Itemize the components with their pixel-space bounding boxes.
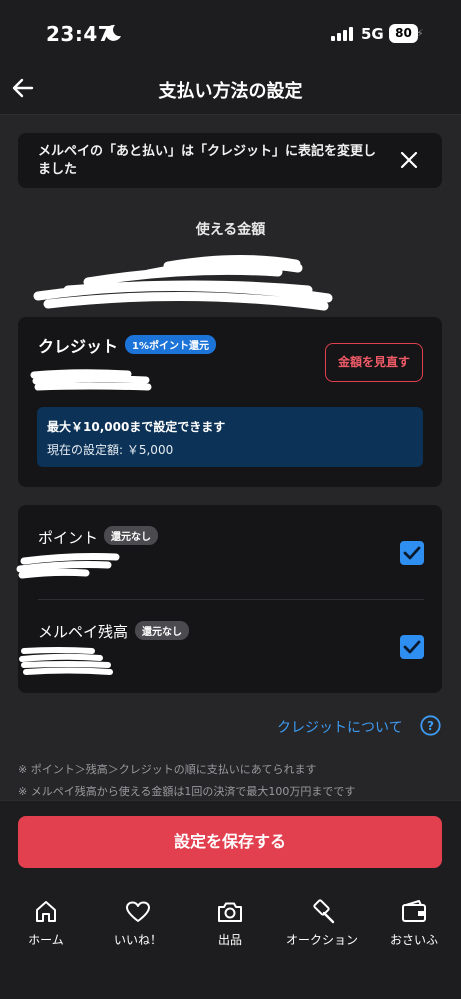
nav-label: 出品 (217, 933, 242, 947)
nav-likes[interactable]: いいね！ (92, 898, 184, 948)
no-return-badge: 還元なし (104, 526, 158, 545)
check-icon (403, 546, 421, 560)
close-icon[interactable] (400, 151, 418, 169)
home-icon (36, 901, 56, 922)
credit-limit-current: 現在の設定額: ￥5,000 (47, 443, 174, 457)
note-text: ※ ポイント＞残高＞クレジットの順に支払いにあてられます (18, 763, 317, 776)
gavel-icon (313, 899, 335, 924)
payment-sources-card: ポイント 還元なし メルペイ残高 還元なし (16, 505, 442, 693)
available-amount-title: 使える金額 (195, 222, 266, 238)
redaction-scribble (16, 553, 120, 579)
signal-icon (331, 27, 353, 41)
status-time: 23:47 (46, 22, 113, 46)
notice-banner: メルペイの「あと払い」は「クレジット」に表記を変更しました (18, 133, 442, 188)
balance-checkbox[interactable] (400, 635, 424, 659)
camera-icon (218, 902, 242, 922)
redaction-scribble (33, 254, 333, 311)
notice-text: メルペイの「あと払い」は「クレジット」に表記を変更しました (38, 144, 377, 177)
redaction-scribble (19, 647, 113, 675)
check-icon (403, 640, 421, 654)
nav-label: ホーム (28, 933, 64, 947)
battery-level: 80 (389, 24, 418, 43)
note-text: ※ メルペイ残高から使える金額は1回の決済で最大100万円までです (18, 785, 356, 798)
row-divider (38, 599, 424, 600)
battery-indicator: 80 ⚡ (389, 24, 424, 43)
nav-home[interactable]: ホーム (0, 898, 92, 948)
nav-sell[interactable]: 出品 (184, 898, 276, 948)
moon-icon (105, 24, 121, 41)
credit-about-link[interactable]: クレジットについて (277, 717, 403, 737)
credit-limit-box: 最大￥10,000まで設定できます 現在の設定額: ￥5,000 (37, 407, 423, 467)
wallet-icon (402, 900, 426, 922)
point-return-badge: 1%ポイント還元 (125, 335, 216, 354)
points-checkbox[interactable] (400, 541, 424, 565)
svg-text:?: ? (427, 719, 434, 733)
nav-label: オークション (285, 933, 358, 947)
balance-label: メルペイ残高 (38, 623, 129, 641)
credit-label: クレジット (38, 337, 119, 356)
help-icon[interactable]: ? (420, 715, 441, 736)
no-return-badge: 還元なし (135, 621, 189, 640)
charging-icon: ⚡ (416, 27, 424, 40)
credit-limit-max: 最大￥10,000まで設定できます (47, 420, 226, 434)
network-type: 5G (361, 25, 384, 43)
nav-wallet[interactable]: おさいふ (368, 898, 460, 948)
points-label: ポイント (38, 529, 99, 547)
nav-label: おさいふ (389, 933, 438, 947)
save-settings-button[interactable]: 設定を保存する (18, 816, 442, 868)
nav-label: いいね！ (113, 933, 162, 947)
heart-icon (126, 901, 150, 922)
redaction-scribble (30, 369, 152, 391)
credit-card-section: クレジット 1%ポイント還元 金額を見直す 最大￥10,000まで設定できます … (18, 317, 442, 487)
nav-auction[interactable]: オークション (276, 898, 368, 948)
adjust-amount-button[interactable]: 金額を見直す (325, 343, 423, 382)
page-title: 支払い方法の設定 (158, 81, 303, 102)
